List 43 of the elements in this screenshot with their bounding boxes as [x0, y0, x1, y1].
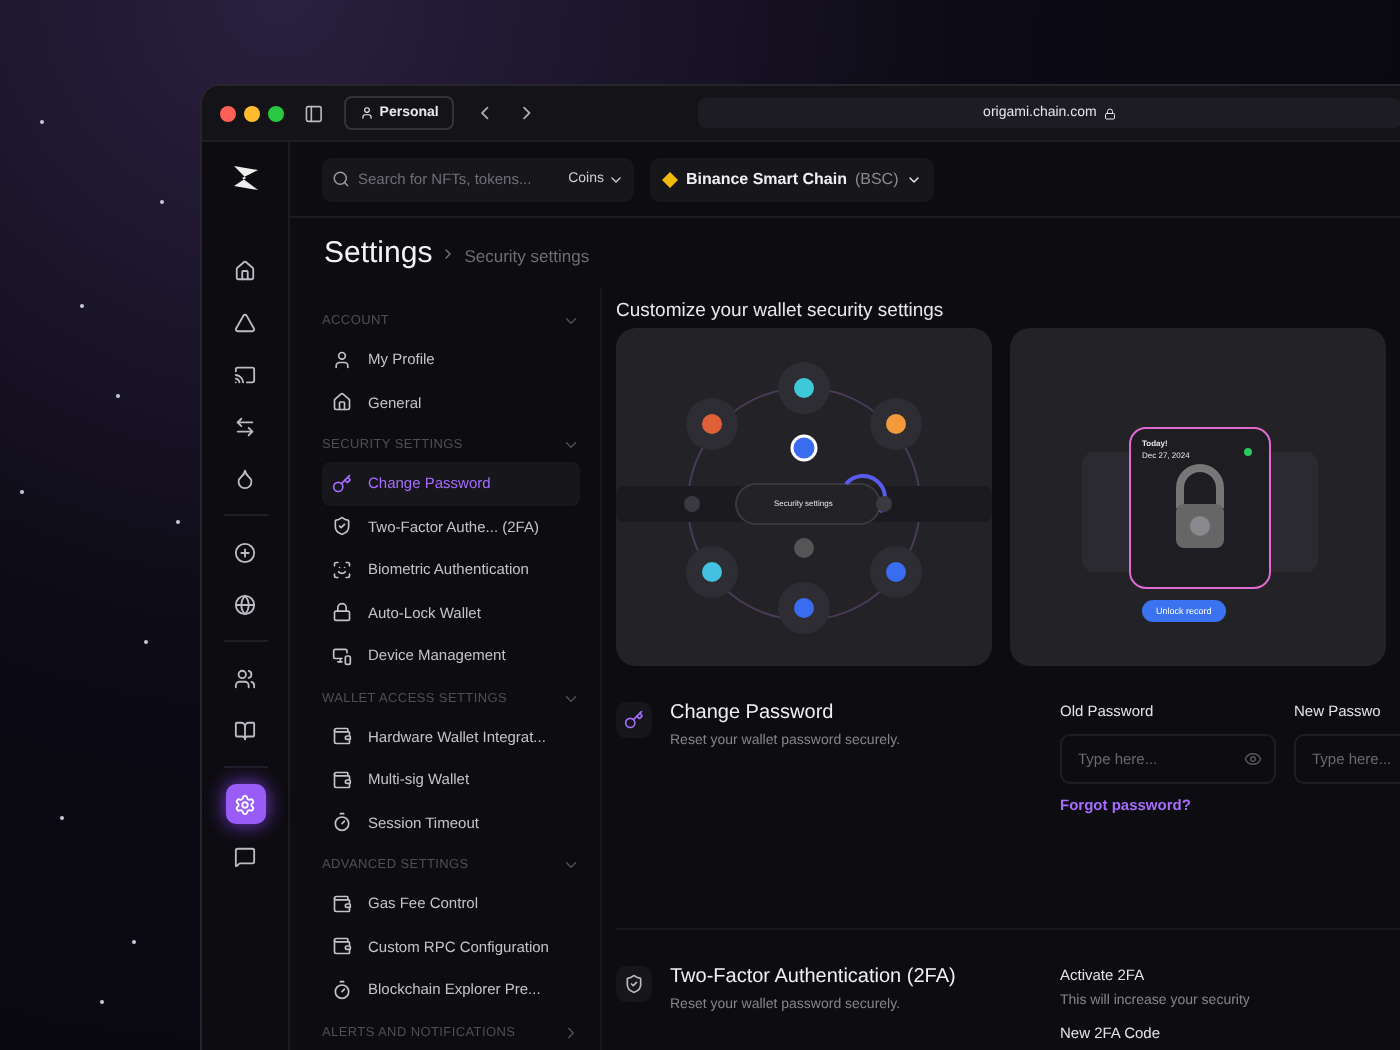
sidebar-toggle-icon[interactable]: [304, 103, 324, 123]
triangle-icon: [234, 311, 256, 333]
home-icon: [332, 392, 352, 413]
page-title: Settings: [324, 236, 433, 270]
zoom-dot[interactable]: [268, 105, 284, 121]
shield-icon: [332, 516, 352, 537]
network-selector[interactable]: Binance Smart Chain (BSC): [650, 157, 935, 201]
section-title: Change Password: [670, 702, 836, 724]
droplet-icon: [234, 467, 256, 489]
home-icon: [234, 259, 256, 281]
timer-icon: [332, 812, 352, 833]
wallet-icon: [332, 936, 352, 957]
search-icon: [332, 170, 350, 188]
logo-icon: [229, 162, 261, 194]
breadcrumb[interactable]: Security settings: [464, 246, 590, 266]
key-icon: [332, 473, 352, 494]
lock-icon: [332, 602, 352, 623]
eye-icon[interactable]: [1244, 750, 1262, 768]
swap-icon: [234, 415, 256, 437]
wallet-icon: [332, 769, 352, 790]
shield-icon: [624, 974, 644, 994]
key-icon: [624, 710, 644, 730]
plus-circle-icon: [234, 541, 256, 563]
book-icon: [234, 719, 256, 741]
user-icon: [332, 349, 352, 370]
lock-icon: [1104, 107, 1117, 119]
intro-title: Customize your wallet security settings: [616, 300, 946, 326]
close-dot[interactable]: [220, 105, 236, 121]
users-icon: [234, 667, 256, 689]
timer-icon: [332, 979, 352, 1000]
wallet-icon: [332, 893, 352, 914]
user-icon: [359, 106, 374, 120]
settings-icon: [234, 793, 256, 815]
settings-button[interactable]: [225, 784, 265, 824]
globe-icon: [234, 593, 256, 615]
screen-icon: [234, 363, 256, 385]
wallet-icon: [332, 726, 352, 747]
face-scan-icon: [332, 559, 352, 580]
diamond-icon: [662, 171, 678, 187]
section-title: Two-Factor Authentication (2FA): [670, 966, 958, 988]
minimize-dot[interactable]: [244, 105, 260, 121]
devices-icon: [332, 645, 352, 666]
chat-icon: [234, 845, 256, 867]
